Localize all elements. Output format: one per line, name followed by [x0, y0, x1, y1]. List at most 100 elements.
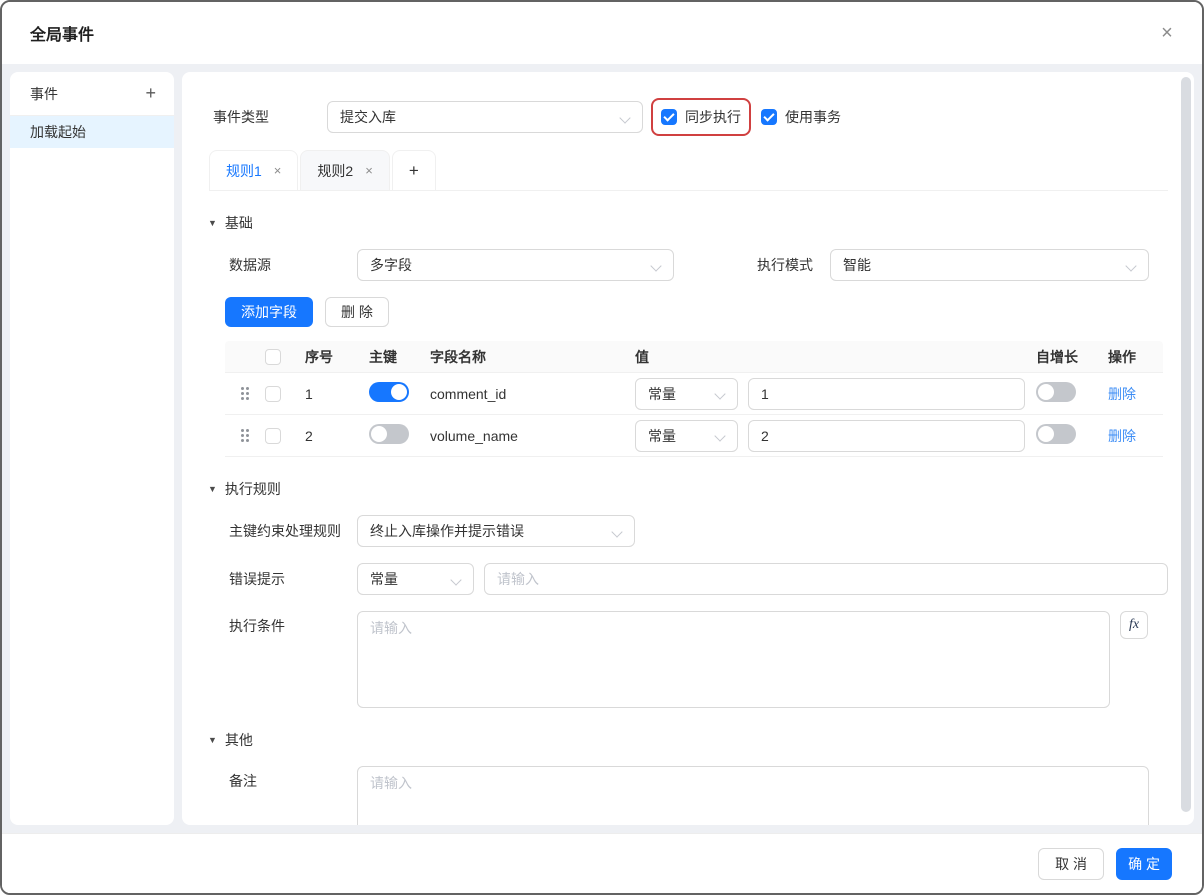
col-header-name: 字段名称 [430, 347, 635, 367]
col-header-auto: 自增长 [1036, 347, 1108, 367]
remark-label: 备注 [229, 771, 357, 791]
event-type-row: 事件类型 提交入库 同步执行 使用事务 [213, 98, 1168, 136]
row-checkbox[interactable] [265, 428, 281, 444]
caret-down-icon: ▼ [208, 735, 217, 745]
tab-close-icon[interactable]: × [274, 164, 282, 177]
section-basic-body: 数据源 多字段 执行模式 智能 添加字段 删 除 [229, 249, 1168, 457]
global-event-modal: 全局事件 × 事件 + 加载起始 事件类型 提交入库 [0, 0, 1204, 895]
sidebar-item-load-start[interactable]: 加载起始 [10, 116, 174, 148]
modal-footer: 取 消 确 定 [2, 833, 1202, 893]
primary-key-toggle[interactable] [369, 424, 409, 444]
section-other-body: 备注 [229, 766, 1168, 825]
page-title: 全局事件 [30, 21, 94, 45]
section-basic-title: 基础 [225, 213, 253, 233]
value-input[interactable] [748, 420, 1025, 452]
remark-row: 备注 [229, 766, 1168, 825]
sync-exec-checkbox[interactable]: 同步执行 [661, 107, 741, 127]
drag-handle-icon[interactable] [241, 429, 249, 442]
col-header-op: 操作 [1108, 347, 1163, 367]
select-all-checkbox[interactable] [265, 349, 281, 365]
confirm-button[interactable]: 确 定 [1116, 848, 1172, 880]
col-header-no: 序号 [305, 347, 369, 367]
field-buttons-row: 添加字段 删 除 [225, 297, 1168, 327]
main-panel: 事件类型 提交入库 同步执行 使用事务 [182, 72, 1194, 825]
data-source-select[interactable]: 多字段 [357, 249, 674, 281]
drag-handle-icon[interactable] [241, 387, 249, 400]
table-row: 1 comment_id 常量 删除 [225, 373, 1163, 415]
chevron-down-icon [613, 527, 622, 536]
tab-rule2[interactable]: 规则2 × [300, 150, 389, 190]
event-type-select[interactable]: 提交入库 [327, 101, 643, 133]
remark-textarea[interactable] [357, 766, 1149, 825]
delete-row-link[interactable]: 删除 [1108, 386, 1136, 402]
data-source-label: 数据源 [229, 255, 357, 275]
row-no: 2 [305, 428, 369, 444]
checkbox-checked-icon [761, 109, 777, 125]
pk-rule-row: 主键约束处理规则 终止入库操作并提示错误 [229, 515, 1168, 547]
primary-key-toggle[interactable] [369, 382, 409, 402]
value-type: 常量 [648, 426, 676, 446]
checkbox-checked-icon [661, 109, 677, 125]
value-type-select[interactable]: 常量 [635, 378, 738, 410]
add-rule-tab-button[interactable]: + [392, 150, 436, 190]
exec-mode-value: 智能 [843, 255, 871, 275]
exec-condition-label: 执行条件 [229, 616, 357, 636]
rule-tabbar: 规则1 × 规则2 × + [209, 150, 1168, 191]
value-input[interactable] [748, 378, 1025, 410]
tab-label: 规则2 [317, 161, 353, 181]
col-header-pk: 主键 [369, 347, 430, 367]
section-other-header[interactable]: ▼ 其他 [208, 730, 1168, 750]
row-checkbox[interactable] [265, 386, 281, 402]
error-type-select[interactable]: 常量 [357, 563, 474, 595]
red-annotation-box: 同步执行 [651, 98, 751, 136]
exec-condition-textarea[interactable] [357, 611, 1110, 708]
section-rules-header[interactable]: ▼ 执行规则 [208, 479, 1168, 499]
cancel-button[interactable]: 取 消 [1038, 848, 1104, 880]
section-other-title: 其他 [225, 730, 253, 750]
fields-table: 序号 主键 字段名称 值 自增长 操作 1 comment_id [225, 341, 1163, 457]
use-transaction-label: 使用事务 [785, 107, 841, 127]
exec-mode-select[interactable]: 智能 [830, 249, 1149, 281]
error-prompt-row: 错误提示 常量 [229, 563, 1168, 595]
error-type-value: 常量 [370, 569, 398, 589]
error-prompt-input[interactable] [484, 563, 1168, 595]
value-type-select[interactable]: 常量 [635, 420, 738, 452]
section-basic-header[interactable]: ▼ 基础 [208, 213, 1168, 233]
data-source-value: 多字段 [370, 255, 412, 275]
table-row: 2 volume_name 常量 删除 [225, 415, 1163, 457]
chevron-down-icon [621, 113, 630, 122]
modal-header: 全局事件 × [2, 2, 1202, 64]
sync-exec-label: 同步执行 [685, 107, 741, 127]
field-name: comment_id [430, 386, 635, 402]
vertical-scrollbar[interactable] [1181, 77, 1191, 812]
caret-down-icon: ▼ [208, 218, 217, 228]
add-field-button[interactable]: 添加字段 [225, 297, 313, 327]
tab-label: 规则1 [226, 161, 262, 181]
tab-rule1[interactable]: 规则1 × [209, 150, 298, 190]
close-icon[interactable]: × [1154, 20, 1180, 46]
auto-increment-toggle[interactable] [1036, 424, 1076, 444]
sidebar-title: 事件 [30, 84, 58, 104]
delete-fields-button[interactable]: 删 除 [325, 297, 389, 327]
sidebar-header: 事件 + [10, 72, 174, 116]
chevron-down-icon [452, 575, 461, 584]
col-header-value: 值 [635, 347, 1025, 367]
fx-formula-icon[interactable]: fx [1120, 611, 1148, 639]
use-transaction-checkbox[interactable]: 使用事务 [761, 107, 841, 127]
data-source-row: 数据源 多字段 执行模式 智能 [229, 249, 1168, 281]
tab-close-icon[interactable]: × [365, 164, 373, 177]
value-type: 常量 [648, 384, 676, 404]
pk-rule-value: 终止入库操作并提示错误 [370, 521, 524, 541]
event-type-label: 事件类型 [213, 107, 327, 127]
add-event-icon[interactable]: + [145, 83, 156, 104]
row-no: 1 [305, 386, 369, 402]
error-prompt-label: 错误提示 [229, 569, 357, 589]
section-rules-body: 主键约束处理规则 终止入库操作并提示错误 错误提示 常量 执行条件 [229, 515, 1168, 708]
chevron-down-icon [716, 431, 725, 440]
auto-increment-toggle[interactable] [1036, 382, 1076, 402]
table-header-row: 序号 主键 字段名称 值 自增长 操作 [225, 341, 1163, 373]
pk-rule-label: 主键约束处理规则 [229, 521, 357, 541]
delete-row-link[interactable]: 删除 [1108, 428, 1136, 444]
event-sidebar: 事件 + 加载起始 [10, 72, 174, 825]
pk-rule-select[interactable]: 终止入库操作并提示错误 [357, 515, 635, 547]
